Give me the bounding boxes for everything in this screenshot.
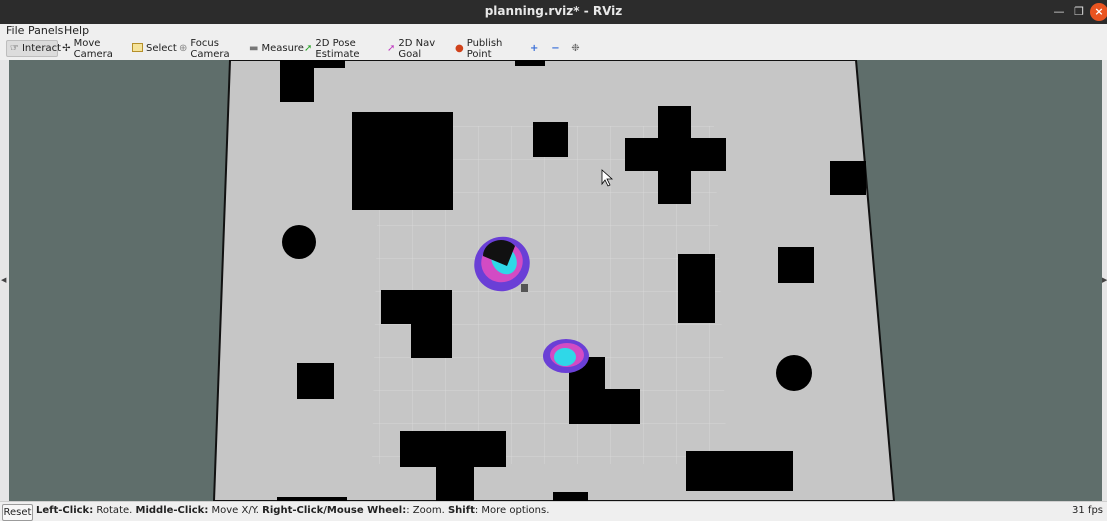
map-render — [212, 60, 896, 501]
camera-settings-button[interactable]: ❉ — [567, 40, 585, 57]
right-dock-strip[interactable]: ▶ — [1102, 60, 1107, 501]
reset-button[interactable]: Reset — [2, 504, 33, 521]
zoom-in-button[interactable]: + — [527, 40, 541, 57]
camera-settings-icon: ❉ — [571, 43, 580, 54]
pose-estimate-tool[interactable]: ➚ 2D Pose Estimate — [301, 37, 379, 60]
hint-val-left: Rotate. — [93, 505, 136, 516]
hint-val-right: : Zoom. — [406, 505, 448, 516]
maximize-icon[interactable]: ❐ — [1070, 3, 1088, 21]
menu-help[interactable]: Help — [64, 24, 89, 37]
move-camera-icon: ✢ — [62, 43, 71, 54]
interact-label: Interact — [21, 43, 61, 54]
publish-point-icon: ● — [455, 43, 464, 54]
focus-camera-label: Focus Camera — [190, 37, 230, 60]
focus-camera-tool[interactable]: ⊕ Focus Camera — [176, 37, 240, 60]
nav-goal-icon: ➚ — [387, 43, 396, 54]
select-icon — [132, 42, 143, 55]
hint-key-shift: Shift — [447, 505, 475, 516]
collapse-left-icon[interactable]: ◀ — [1, 276, 6, 284]
zoom-out-button[interactable]: − — [547, 40, 565, 57]
hint-val-middle: Move X/Y. — [208, 505, 263, 516]
window-titlebar: planning.rviz* - RViz — ❐ × — [0, 0, 1107, 24]
hint-key-right: Right-Click/Mouse Wheel: — [262, 505, 407, 516]
pose-estimate-label: 2D Pose Estimate — [315, 37, 360, 60]
close-icon[interactable]: × — [1090, 3, 1107, 21]
minimize-icon[interactable]: — — [1050, 3, 1068, 21]
zoom-in-icon: + — [530, 43, 539, 54]
tool-toolbar: ☞ Interact ✢ Move Camera Select ⊕ Focus … — [0, 38, 1107, 61]
hint-key-left: Left-Click: — [36, 505, 94, 516]
interact-tool[interactable]: ☞ Interact — [6, 40, 61, 57]
collapse-right-icon[interactable]: ▶ — [1102, 276, 1107, 284]
render-viewport[interactable] — [9, 60, 1106, 501]
measure-tool[interactable]: ▬ Measure — [246, 40, 304, 57]
fps-counter: 31 fps — [1072, 505, 1103, 516]
measure-label: Measure — [261, 43, 304, 54]
pose-estimate-icon: ➚ — [304, 43, 313, 54]
focus-camera-icon: ⊕ — [179, 43, 188, 54]
window-title: planning.rviz* - RViz — [484, 4, 623, 18]
statusbar: Reset Left-Click: Rotate. Middle-Click: … — [0, 501, 1107, 521]
select-tool[interactable]: Select — [129, 40, 177, 57]
zoom-out-icon: − — [551, 43, 560, 54]
menu-file[interactable]: File — [6, 24, 24, 37]
publish-point-tool[interactable]: ● Publish Point — [452, 37, 514, 60]
move-camera-tool[interactable]: ✢ Move Camera — [59, 37, 131, 60]
select-label: Select — [146, 43, 177, 54]
menubar: File Panels Help — [0, 24, 1107, 38]
hint-val-shift: : More options. — [474, 505, 550, 516]
hint-key-middle: Middle-Click: — [135, 505, 209, 516]
menu-panels[interactable]: Panels — [28, 24, 63, 37]
interact-icon: ☞ — [10, 43, 19, 54]
publish-point-label: Publish Point — [466, 37, 503, 60]
nav-goal-label: 2D Nav Goal — [398, 37, 436, 60]
nav-goal-tool[interactable]: ➚ 2D Nav Goal — [384, 37, 444, 60]
measure-icon: ▬ — [249, 43, 259, 54]
move-camera-label: Move Camera — [73, 37, 113, 60]
mouse-hint-text: Left-Click: Rotate. Middle-Click: Move X… — [36, 505, 549, 516]
